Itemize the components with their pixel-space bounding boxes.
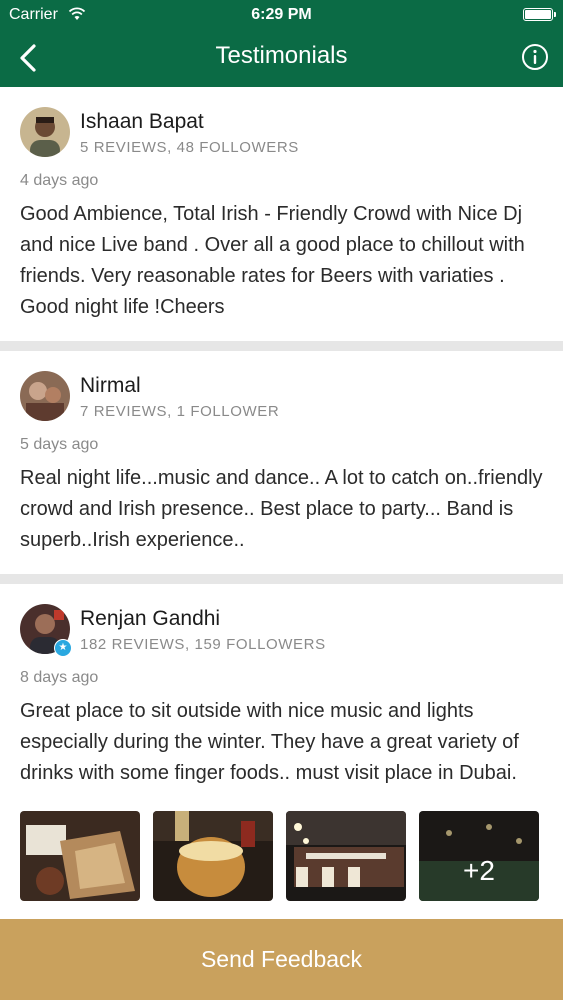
divider (0, 341, 563, 351)
send-feedback-button[interactable]: Send Feedback (0, 919, 563, 1000)
review-date: 8 days ago (20, 669, 99, 686)
reviewer-name[interactable]: Nirmal (80, 374, 141, 398)
review-date: 5 days ago (20, 436, 99, 453)
review-photo[interactable] (286, 811, 406, 901)
review-photos: +2 (20, 811, 543, 901)
nav-bar: Testimonials (0, 30, 563, 87)
review-card: Ishaan Bapat 5 REVIEWS, 48 FOLLOWERS 4 d… (0, 87, 563, 341)
review-text: Great place to sit outside with nice mus… (20, 700, 519, 784)
info-icon[interactable] (521, 43, 549, 71)
reviews-list[interactable]: Ishaan Bapat 5 REVIEWS, 48 FOLLOWERS 4 d… (0, 87, 563, 919)
reviewer-header[interactable]: ★ Renjan Gandhi 182 REVIEWS, 159 FOLLOWE… (20, 604, 543, 657)
review-photo[interactable]: +2 (419, 811, 539, 901)
reviewer-header[interactable]: Ishaan Bapat 5 REVIEWS, 48 FOLLOWERS (20, 107, 543, 159)
review-card: Nirmal 7 REVIEWS, 1 FOLLOWER 5 days ago … (0, 351, 563, 574)
review-photo[interactable] (20, 811, 140, 901)
avatar[interactable] (20, 371, 70, 421)
status-bar: Carrier 6:29 PM (0, 0, 563, 30)
reviewer-header[interactable]: Nirmal 7 REVIEWS, 1 FOLLOWER (20, 371, 543, 423)
divider (0, 574, 563, 584)
page-title: Testimonials (215, 42, 348, 69)
battery-icon (523, 8, 556, 21)
app-header: Carrier 6:29 PM Testimonials (0, 0, 563, 87)
reviewer-stats: 7 REVIEWS, 1 FOLLOWER (80, 403, 280, 420)
reviewer-name[interactable]: Ishaan Bapat (80, 110, 204, 134)
reviewer-name[interactable]: Renjan Gandhi (80, 607, 220, 631)
status-time: 6:29 PM (251, 6, 312, 23)
review-card: ★ Renjan Gandhi 182 REVIEWS, 159 FOLLOWE… (0, 584, 563, 909)
reviewer-stats: 182 REVIEWS, 159 FOLLOWERS (80, 636, 326, 653)
review-text: Good Ambience, Total Irish - Friendly Cr… (20, 203, 525, 318)
avatar[interactable] (20, 107, 70, 157)
more-photos-count[interactable]: +2 (419, 811, 539, 901)
review-text: Real night life...music and dance.. A lo… (20, 467, 543, 551)
reviewer-stats: 5 REVIEWS, 48 FOLLOWERS (80, 139, 299, 156)
review-photo[interactable] (153, 811, 273, 901)
review-date: 4 days ago (20, 172, 99, 189)
star-badge-icon: ★ (54, 639, 72, 657)
